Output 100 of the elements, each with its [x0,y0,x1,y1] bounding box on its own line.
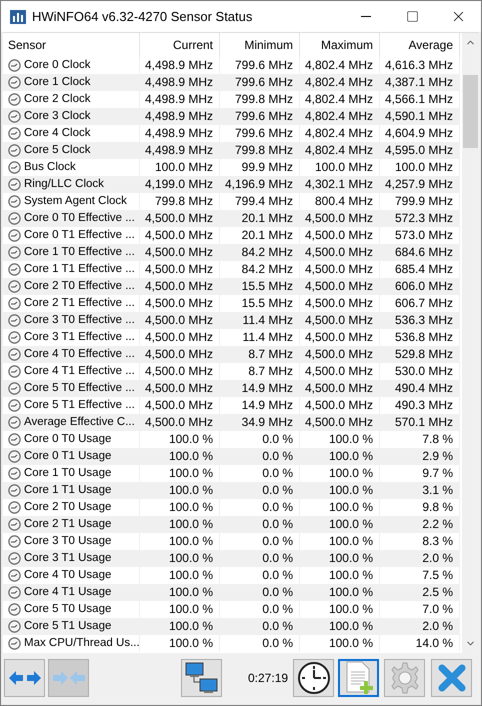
sensor-value: 8.7 MHz [248,346,293,363]
sensor-value: 3.1 % [422,482,453,499]
sensor-value: 20.1 MHz [242,227,293,244]
sensor-name: Core 1 T1 Usage [24,483,112,498]
sensor-name: Average Effective C... [24,415,135,430]
sensor-value: 4,802.4 MHz [304,108,373,125]
sensor-value: 14.9 MHz [242,380,293,397]
minimize-icon [361,16,371,17]
clock-icon [296,661,330,695]
sensor-name: Max CPU/Thread Us... [24,636,140,651]
sensor-value: 100.0 MHz [314,159,373,176]
sensor-value: 11.4 MHz [242,312,293,329]
sensor-value: 4,498.9 MHz [144,142,213,159]
sensor-value: 606.7 MHz [394,295,453,312]
sensor-value: 100.0 % [168,465,213,482]
expand-button[interactable] [4,659,45,697]
sensor-name: Core 4 T0 Effective ... [24,347,135,362]
sensor-value: 4,500.0 MHz [304,261,373,278]
sensor-value: 100.0 % [168,448,213,465]
sensor-value: 4,500.0 MHz [144,244,213,261]
sensor-value: 100.0 % [168,550,213,567]
sensor-value: 0.0 % [262,601,293,618]
sensor-value: 799.9 MHz [394,193,453,210]
clock-button[interactable] [293,659,334,697]
app-icon [10,10,26,24]
sensor-value: 0.0 % [262,499,293,516]
sensor-value: 100.0 % [328,482,373,499]
scrollbar[interactable] [462,33,479,653]
sensor-value: 4,500.0 MHz [304,312,373,329]
sensor-value: 0.0 % [262,465,293,482]
sensor-value: 8.3 % [422,533,453,550]
log-button[interactable] [338,659,379,697]
sensor-value: 0.0 % [262,533,293,550]
sensor-value: 606.0 MHz [394,278,453,295]
sensor-name: Core 1 T0 Usage [24,466,112,481]
sensor-value: 14.9 MHz [242,397,293,414]
sensor-value: 2.0 % [422,618,453,635]
sensor-name: Core 3 T0 Usage [24,534,112,549]
sensor-value: 100.0 % [168,584,213,601]
network-button[interactable] [181,659,222,697]
sensor-value: 100.0 % [168,635,213,652]
sensor-value: 4,590.1 MHz [384,108,453,125]
sensor-value: 100.0 % [168,567,213,584]
sensor-value: 572.3 MHz [394,210,453,227]
sensor-value: 100.0 % [168,482,213,499]
sensor-value: 4,500.0 MHz [304,414,373,431]
sensor-value: 0.0 % [262,584,293,601]
sensor-value: 4,802.4 MHz [304,74,373,91]
sensor-value: 100.0 % [328,448,373,465]
sensor-value: 4,802.4 MHz [304,57,373,74]
sensor-name: Core 2 T0 Usage [24,500,112,515]
sensor-value: 20.1 MHz [242,210,293,227]
sensor-value: 9.8 % [422,499,453,516]
sensor-value: 100.0 MHz [154,159,213,176]
sensor-name: Core 3 T0 Effective ... [24,313,135,328]
scroll-thumb[interactable] [463,75,478,148]
sensor-name: Core 0 T1 Effective ... [24,228,135,243]
sensor-name: Core 5 Clock [24,143,90,158]
sensor-value: 0.0 % [262,431,293,448]
sensor-name: Core 1 T1 Effective ... [24,262,135,277]
double-arrow-icon [8,670,42,686]
sensor-value: 4,498.9 MHz [144,57,213,74]
sensor-value: 799.8 MHz [154,193,213,210]
sensor-value: 4,500.0 MHz [304,227,373,244]
sensor-name: Ring/LLC Clock [24,177,104,192]
sensor-value: 799.6 MHz [234,57,293,74]
close-button[interactable] [431,659,472,697]
sensor-value: 4,500.0 MHz [144,329,213,346]
sensor-value: 100.0 % [168,618,213,635]
sensor-value: 100.0 % [328,465,373,482]
sensor-value: 7.5 % [422,567,453,584]
sensor-value: 7.0 % [422,601,453,618]
sensor-value: 800.4 MHz [314,193,373,210]
sensor-name: Core 5 T0 Usage [24,602,112,617]
sensor-value: 4,500.0 MHz [144,278,213,295]
sensor-value: 100.0 % [328,499,373,516]
settings-button[interactable] [384,659,425,697]
sensor-name: Core 1 T0 Effective ... [24,245,135,260]
sensor-value: 4,595.0 MHz [384,142,453,159]
sensor-value: 4,802.4 MHz [304,125,373,142]
sensor-value: 4,500.0 MHz [144,346,213,363]
sensor-value: 4,500.0 MHz [304,278,373,295]
window-title: HWiNFO64 v6.32-4270 Sensor Status [32,8,252,26]
sensor-value: 4,500.0 MHz [304,295,373,312]
sensor-value: 100.0 % [328,533,373,550]
sensor-value: 4,802.4 MHz [304,142,373,159]
sensor-value: 99.9 MHz [242,159,293,176]
sensor-value: 4,387.1 MHz [384,74,453,91]
sensor-value: 4,500.0 MHz [144,261,213,278]
sensor-value: 2.9 % [422,448,453,465]
sensor-name: System Agent Clock [24,194,127,209]
sensor-value: 100.0 % [168,533,213,550]
sensor-value: 14.0 % [416,635,453,652]
sensor-value: 529.8 MHz [394,346,453,363]
maximize-icon [406,10,418,23]
sensor-name: Core 0 T1 Usage [24,449,112,464]
sensor-value: 0.0 % [262,635,293,652]
sensor-value: 4,500.0 MHz [144,295,213,312]
sensor-name: Bus Clock [24,160,76,175]
sensor-value: 799.8 MHz [234,91,293,108]
